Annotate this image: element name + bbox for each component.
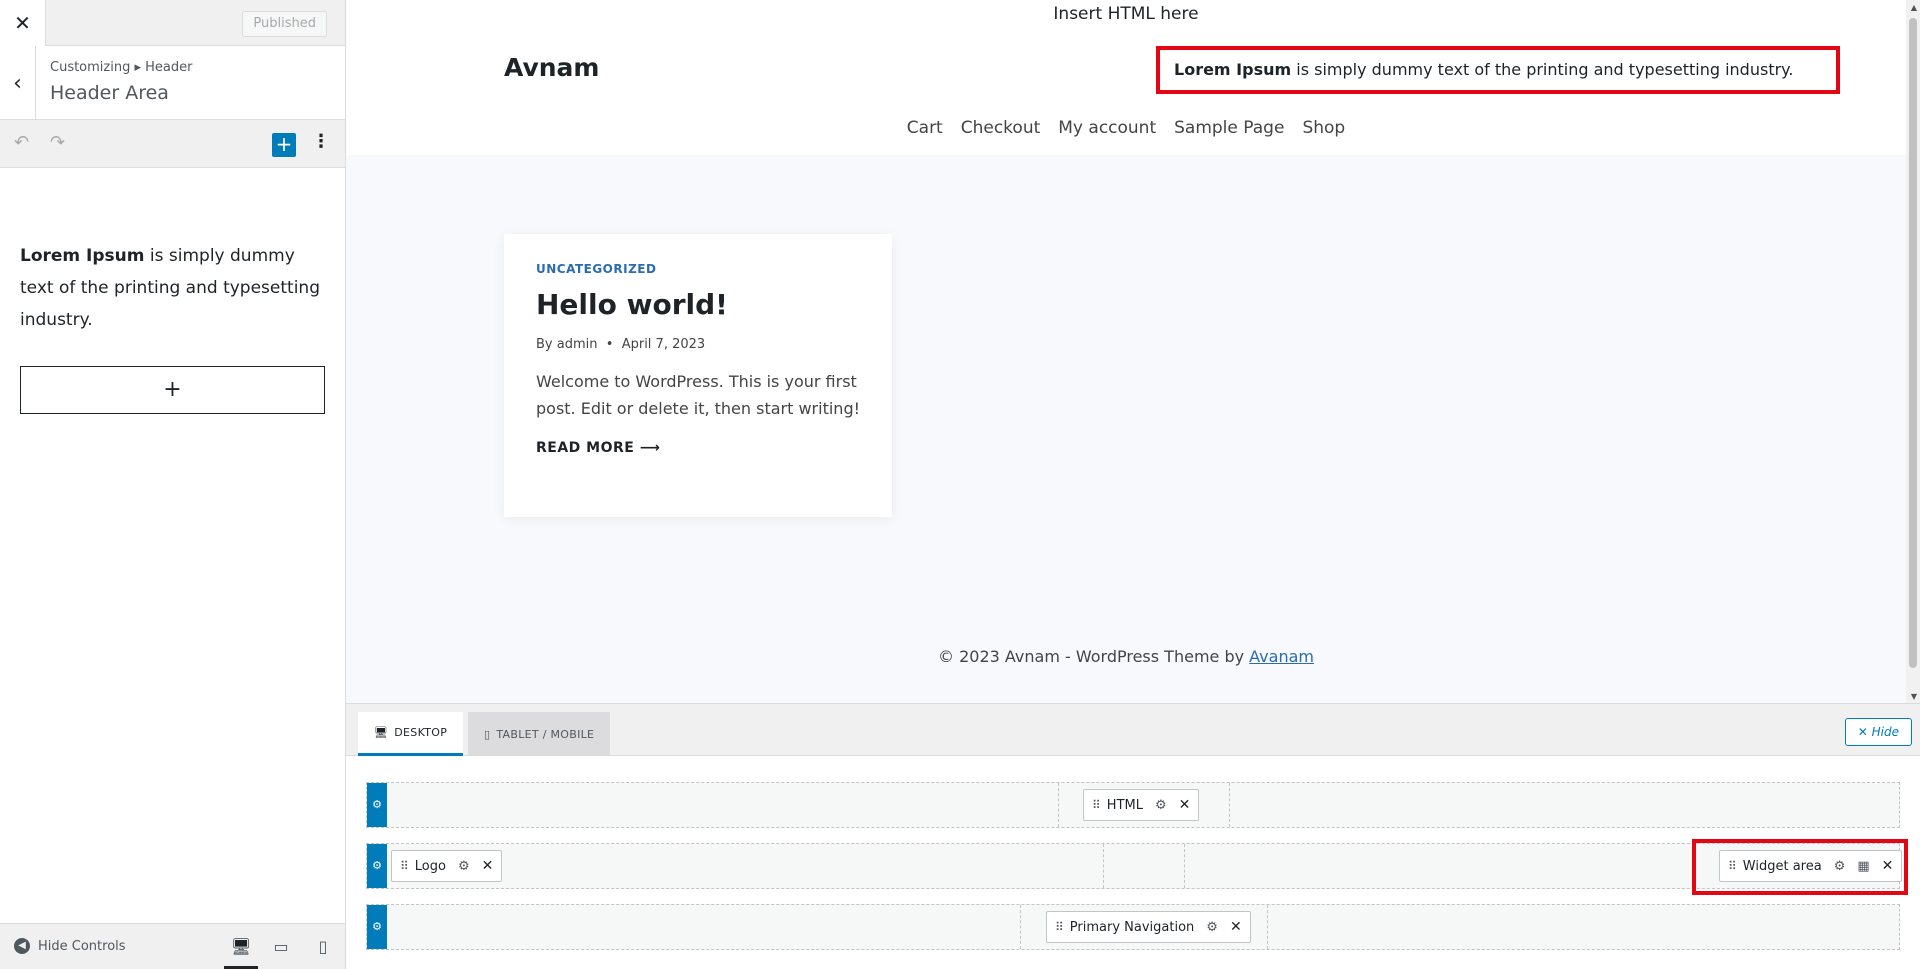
remove-icon[interactable]: ✕ [1230,919,1242,935]
row-settings-icon[interactable]: ⚙ [367,905,387,949]
header-widget-area[interactable]: Lorem Ipsum is simply dummy text of the … [1156,46,1840,94]
post-card: UNCATEGORIZED Hello world! By admin • Ap… [504,234,892,517]
section-header: ‹ Customizing ▸ Header Header Area [0,46,345,120]
post-category[interactable]: UNCATEGORIZED [536,262,860,276]
sidebar-top-bar: ✕ Published [0,0,345,46]
scroll-up-icon[interactable]: ▲ [1911,3,1917,12]
remove-icon[interactable]: ✕ [1179,797,1191,813]
scroll-down-icon[interactable]: ▼ [1911,692,1917,701]
desktop-icon: 🖥 [374,726,389,739]
read-more-link[interactable]: READ MORE ⟶ [536,440,860,456]
widget-rest: is simply dummy text of the printing and… [1291,60,1794,79]
remove-icon[interactable]: ✕ [482,858,494,874]
desktop-preview-icon[interactable]: 🖥 [224,934,258,969]
widget-paragraph[interactable]: Lorem Ipsum is simply dummy text of the … [20,240,325,336]
add-block-icon[interactable]: + [272,133,296,157]
widget-bold: Lorem Ipsum [1174,60,1292,79]
item-label: HTML [1106,797,1143,813]
gear-icon[interactable]: ⚙ [458,859,470,874]
widget-content[interactable]: Lorem Ipsum is simply dummy text of the … [0,168,345,414]
row-divider [1058,783,1059,827]
breadcrumb: Customizing ▸ Header [50,60,193,75]
row-settings-icon[interactable]: ⚙ [367,844,387,888]
nav-item-sample-page[interactable]: Sample Page [1174,118,1284,138]
nav-item-shop[interactable]: Shop [1302,118,1345,138]
footer-link[interactable]: Avanam [1249,647,1314,666]
post-title[interactable]: Hello world! [536,288,860,321]
collapse-icon: ◀ [14,938,30,954]
row-divider [1267,905,1268,949]
row-settings-icon[interactable]: ⚙ [367,783,387,827]
header-builder: 🖥 DESKTOP ▯ TABLET / MOBILE ✕ Hide ⚙ ⠿ HTM… [346,703,1920,969]
meta-author[interactable]: admin [557,337,598,352]
hide-label: Hide [1871,725,1899,739]
publish-button[interactable]: Published [242,11,327,37]
builder-row-bottom: ⚙ ⠿ Primary Navigation ⚙ ✕ [366,904,1900,950]
hide-controls-button[interactable]: ◀ Hide Controls [14,938,126,954]
item-label: Logo [414,858,446,874]
tab-tablet-mobile[interactable]: ▯ TABLET / MOBILE [468,712,611,756]
sidebar-footer: ◀ Hide Controls 🖥 ▭ ▯ [0,923,345,969]
hide-controls-label: Hide Controls [38,938,126,954]
nav-item-cart[interactable]: Cart [907,118,943,138]
builder-tabs: 🖥 DESKTOP ▯ TABLET / MOBILE ✕ Hide [346,704,1920,756]
row-divider [1020,905,1021,949]
site-logo[interactable]: Avnam [504,53,599,82]
customizer-sidebar: ✕ Published ‹ Customizing ▸ Header Heade… [0,0,346,969]
hide-builder-button[interactable]: ✕ Hide [1844,718,1912,746]
builder-row-top: ⚙ ⠿ HTML ⚙ ✕ [366,782,1900,828]
meta-date[interactable]: April 7, 2023 [622,337,705,352]
gear-icon[interactable]: ⚙ [1155,798,1167,813]
site-preview: Insert HTML here Avnam Lorem Ipsum is si… [346,0,1920,703]
close-icon: ✕ [1857,725,1868,739]
undo-icon[interactable]: ↶ [14,132,29,153]
drag-handle-icon[interactable]: ⠿ [1092,798,1101,812]
drag-handle-icon[interactable]: ⠿ [400,859,409,873]
back-icon[interactable]: ‹ [0,46,36,120]
widget-bold-text: Lorem Ipsum [20,246,145,266]
nav-item-my-account[interactable]: My account [1058,118,1156,138]
tablet-icon: ▯ [484,727,491,741]
scrollbar-thumb[interactable] [1909,18,1917,668]
tablet-preview-icon[interactable]: ▭ [264,934,298,969]
row-divider [1103,844,1104,888]
header-html-text[interactable]: Insert HTML here [346,4,1906,24]
mobile-preview-icon[interactable]: ▯ [306,934,340,969]
site-footer: © 2023 Avnam - WordPress Theme by Avanam [346,647,1906,666]
meta-by: By [536,337,553,352]
add-block-button[interactable]: + [20,366,325,414]
post-excerpt: Welcome to WordPress. This is your first… [536,372,861,418]
section-title: Header Area [50,82,169,104]
block-toolbar: ↶ ↷ + ⋮ [0,120,345,168]
builder-row-main: ⚙ ⠿ Logo ⚙ ✕ ⠿ Widget area ⚙ ▦ ✕ [366,843,1903,889]
more-options-icon[interactable]: ⋮ [312,131,330,152]
tab-desktop-label: DESKTOP [394,726,448,739]
row-divider [1184,844,1185,888]
site-header: Insert HTML here Avnam Lorem Ipsum is si… [346,0,1920,155]
nav-item-checkout[interactable]: Checkout [961,118,1041,138]
widget-area-highlight [1692,839,1908,895]
tab-desktop[interactable]: 🖥 DESKTOP [358,712,464,756]
primary-navigation: Cart Checkout My account Sample Page Shop [346,118,1906,138]
drag-handle-icon[interactable]: ⠿ [1055,920,1064,934]
builder-item-logo[interactable]: ⠿ Logo ⚙ ✕ [391,850,503,882]
footer-text: © 2023 Avnam - WordPress Theme by [938,647,1250,666]
preview-scrollbar[interactable]: ▲ ▼ [1906,0,1920,703]
tab-tablet-label: TABLET / MOBILE [496,727,595,741]
builder-item-primary-navigation[interactable]: ⠿ Primary Navigation ⚙ ✕ [1046,911,1251,943]
row-divider [1229,783,1230,827]
gear-icon[interactable]: ⚙ [1206,920,1218,935]
redo-icon[interactable]: ↷ [50,132,65,153]
item-label: Primary Navigation [1069,919,1195,935]
builder-item-html[interactable]: ⠿ HTML ⚙ ✕ [1083,789,1200,821]
close-icon[interactable]: ✕ [0,0,46,46]
post-meta: By admin • April 7, 2023 [536,337,706,352]
